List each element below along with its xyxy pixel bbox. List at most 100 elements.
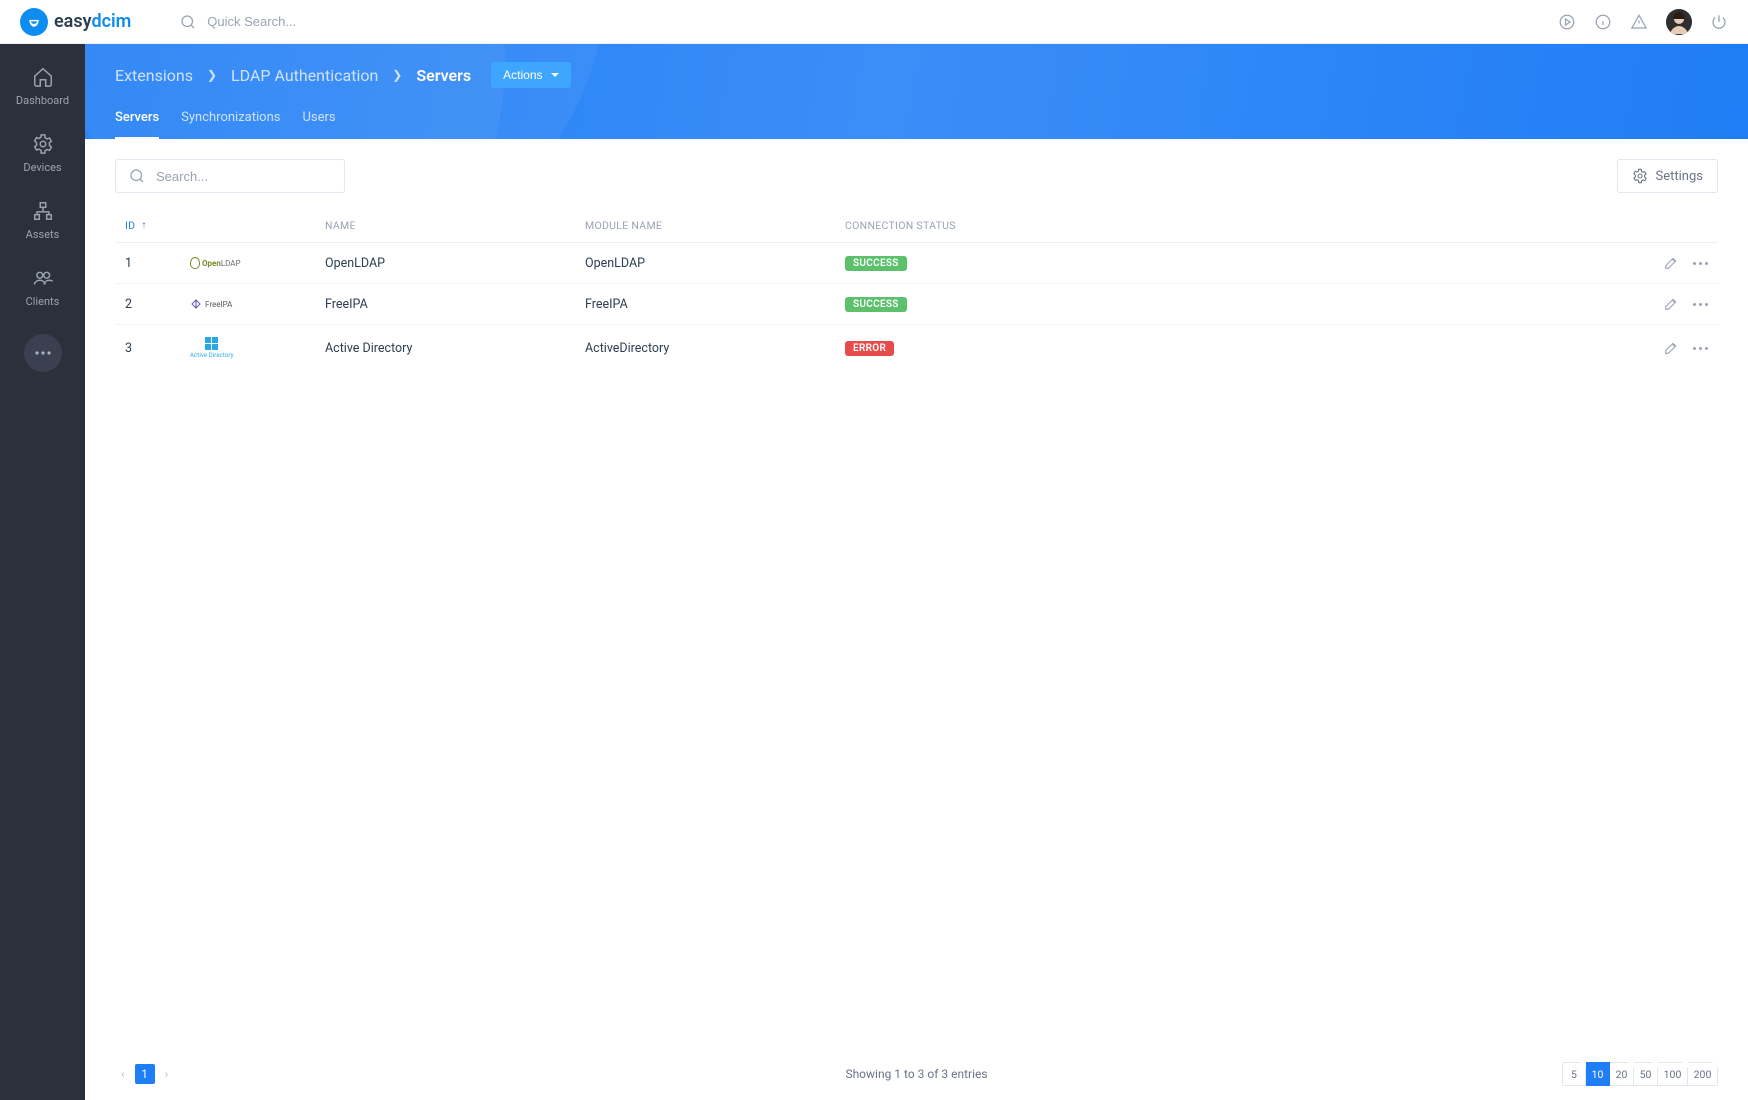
toolbar: Settings [115,159,1718,193]
more-icon [34,350,52,356]
cell-module: ActiveDirectory [585,341,845,356]
sitemap-icon [32,200,54,222]
quick-search[interactable] [179,13,1558,31]
row-actions [1618,340,1708,356]
chevron-right-icon: ❯ [207,68,217,82]
status-badge: ERROR [845,341,894,356]
col-name[interactable]: NAME [325,219,585,232]
sidebar-item-label: Assets [26,228,60,241]
edit-icon[interactable] [1663,255,1679,271]
cell-module: FreeIPA [585,297,845,312]
cell-logo: Active Directory [190,337,325,359]
tabs: Servers Synchronizations Users [115,110,1718,139]
brand-text: easydcim [54,11,131,32]
users-icon [32,267,54,289]
sidebar-item-label: Devices [23,161,61,174]
breadcrumb: Extensions ❯ LDAP Authentication ❯ Serve… [115,62,1718,88]
page-prev[interactable]: ‹ [115,1064,131,1084]
cell-id: 2 [125,297,190,312]
page-header: Extensions ❯ LDAP Authentication ❯ Serve… [85,44,1748,139]
table-header: ID ↑ NAME MODULE NAME CONNECTION STATUS [115,219,1718,243]
cell-status: SUCCESS [845,296,1265,312]
page-size-20[interactable]: 20 [1610,1062,1634,1086]
page-size-5[interactable]: 5 [1562,1062,1586,1086]
table-row[interactable]: 1 OpenLDAP OpenLDAP OpenLDAP SUCCESS [115,243,1718,284]
page-size-200[interactable]: 200 [1688,1062,1718,1086]
sidebar-item-label: Clients [26,295,60,308]
sidebar-more-button[interactable] [24,334,62,372]
actions-dropdown[interactable]: Actions [491,62,570,88]
freeipa-icon: FreeIPA [190,298,232,310]
table-footer: ‹ 1 › Showing 1 to 3 of 3 entries 5 10 2… [85,1048,1748,1100]
page-size-selector: 5 10 20 50 100 200 [1562,1062,1718,1086]
more-icon[interactable] [1693,262,1708,265]
col-id[interactable]: ID ↑ [125,219,190,232]
cell-id: 1 [125,256,190,271]
tab-servers[interactable]: Servers [115,110,159,139]
user-avatar[interactable] [1666,9,1692,35]
table-row[interactable]: 3 Active Directory Active Directory Acti… [115,325,1718,371]
gear-icon [1632,168,1648,184]
tab-synchronizations[interactable]: Synchronizations [181,110,280,139]
table-row[interactable]: 2 FreeIPA FreeIPA FreeIPA SUCCESS [115,284,1718,325]
col-module[interactable]: MODULE NAME [585,219,845,232]
row-actions [1618,296,1708,312]
topbar-actions [1558,9,1728,35]
row-actions [1618,255,1708,271]
status-badge: SUCCESS [845,297,907,312]
actions-label: Actions [503,68,542,82]
cell-name: FreeIPA [325,297,585,312]
page-size-100[interactable]: 100 [1658,1062,1688,1086]
cell-logo: OpenLDAP [190,257,325,269]
quick-search-input[interactable] [207,14,507,29]
topbar: easydcim [0,0,1748,44]
gear-icon [32,133,54,155]
page-current[interactable]: 1 [135,1064,155,1084]
edit-icon[interactable] [1663,340,1679,356]
more-icon[interactable] [1693,303,1708,306]
brand-logo[interactable]: easydcim [20,8,131,36]
tab-users[interactable]: Users [302,110,335,139]
cell-name: OpenLDAP [325,256,585,271]
search-icon [128,167,146,185]
brand-mark-icon [20,8,48,36]
more-icon[interactable] [1693,347,1708,350]
chevron-right-icon: ❯ [392,68,402,82]
breadcrumb-current: Servers [416,66,471,85]
sidebar-item-dashboard[interactable]: Dashboard [0,60,85,113]
edit-icon[interactable] [1663,296,1679,312]
sort-asc-icon: ↑ [141,220,146,231]
chevron-down-icon [551,73,559,77]
alert-icon[interactable] [1630,13,1648,31]
info-icon[interactable] [1594,13,1612,31]
home-icon [32,66,54,88]
main: Extensions ❯ LDAP Authentication ❯ Serve… [85,44,1748,1100]
power-icon[interactable] [1710,13,1728,31]
cell-name: Active Directory [325,341,585,356]
page-next[interactable]: › [159,1064,175,1084]
pagination-info: Showing 1 to 3 of 3 entries [845,1067,987,1081]
pagination: ‹ 1 › [115,1064,174,1084]
sidebar-item-assets[interactable]: Assets [0,194,85,247]
page-size-50[interactable]: 50 [1634,1062,1658,1086]
sidebar: Dashboard Devices Assets Clients [0,44,85,1100]
breadcrumb-ldap[interactable]: LDAP Authentication [231,66,378,85]
cell-status: SUCCESS [845,255,1265,271]
active-directory-icon: Active Directory [190,337,234,359]
table-search[interactable] [115,159,345,193]
col-status[interactable]: CONNECTION STATUS [845,219,1265,232]
table-search-input[interactable] [156,169,332,184]
sidebar-item-devices[interactable]: Devices [0,127,85,180]
breadcrumb-extensions[interactable]: Extensions [115,66,193,85]
search-icon [179,13,197,31]
cell-id: 3 [125,341,190,356]
content: Settings ID ↑ NAME MODULE NAME CONNECTIO… [85,139,1748,1100]
sidebar-item-clients[interactable]: Clients [0,261,85,314]
status-badge: SUCCESS [845,256,907,271]
page-size-10[interactable]: 10 [1586,1062,1610,1086]
col-id-label: ID [125,219,135,232]
play-icon[interactable] [1558,13,1576,31]
sidebar-item-label: Dashboard [16,94,69,107]
openldap-icon: OpenLDAP [190,257,241,269]
settings-button[interactable]: Settings [1617,159,1718,193]
